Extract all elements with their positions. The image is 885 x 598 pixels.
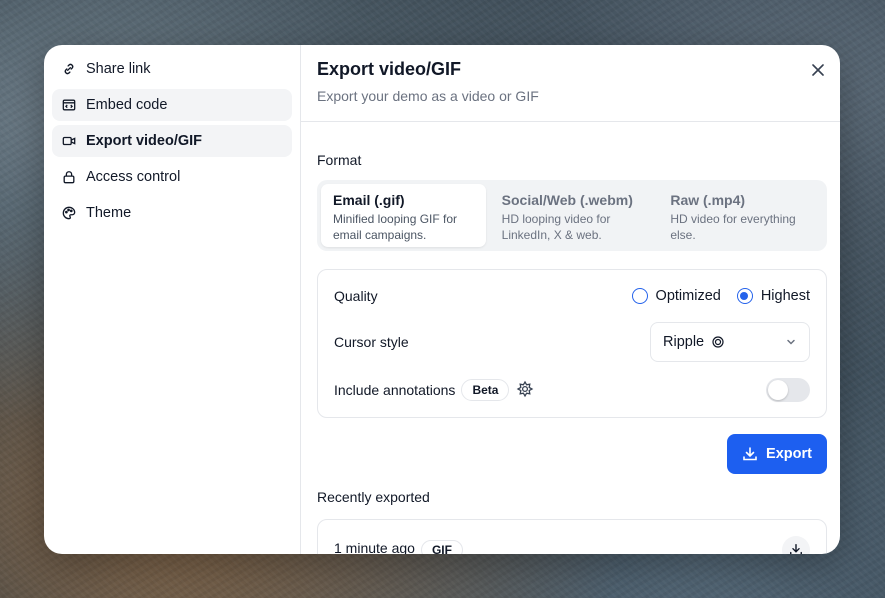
annotations-toggle[interactable] <box>766 378 810 402</box>
page-title: Export video/GIF <box>317 59 462 79</box>
settings-card: Quality Optimized Highest Cursor style R… <box>317 269 827 418</box>
format-option-desc: HD video for everything else. <box>670 212 796 242</box>
recently-exported-label: Recently exported <box>317 489 430 505</box>
quality-label: Quality <box>334 288 378 304</box>
radio-label: Optimized <box>655 288 721 304</box>
close-icon <box>812 64 824 76</box>
export-label: Export <box>766 446 812 462</box>
sidebar: Share link Embed code Export video/GIF A… <box>44 45 301 554</box>
format-option-title: Social/Web (.webm) <box>501 192 633 208</box>
modal-header: Export video/GIF Export your demo as a v… <box>301 45 840 122</box>
sidebar-item-label: Share link <box>86 61 151 77</box>
palette-icon <box>62 206 76 220</box>
file-type-badge: GIF <box>420 540 463 554</box>
quality-highest-radio[interactable]: Highest <box>736 288 810 304</box>
format-option-raw-mp4[interactable]: Raw (.mp4) HD video for everything else. <box>658 184 823 247</box>
sidebar-item-export-video-gif[interactable]: Export video/GIF <box>52 125 292 157</box>
sidebar-item-theme[interactable]: Theme <box>52 197 292 229</box>
page-subtitle: Export your demo as a video or GIF <box>317 88 539 104</box>
gear-icon <box>517 380 534 398</box>
close-button[interactable] <box>808 60 828 80</box>
lock-icon <box>62 170 76 184</box>
cursor-style-select[interactable]: Ripple <box>650 322 810 362</box>
sidebar-item-share-link[interactable]: Share link <box>52 53 292 85</box>
radio-checked-icon <box>736 288 753 304</box>
cursor-style-label: Cursor style <box>334 334 409 350</box>
sidebar-item-label: Theme <box>86 205 132 221</box>
radio-label: Highest <box>760 288 810 304</box>
cursor-style-value: Ripple <box>663 334 705 350</box>
format-label: Format <box>317 152 362 168</box>
sidebar-item-label: Access control <box>86 169 181 185</box>
export-modal: Share link Embed code Export video/GIF A… <box>44 45 840 554</box>
export-time: 1 minute ago <box>334 540 415 554</box>
embed-icon <box>62 98 76 112</box>
radio-circle-icon <box>631 288 648 304</box>
quality-row: Quality Optimized Highest <box>334 270 810 322</box>
download-icon <box>790 544 802 554</box>
chevron-down-icon <box>787 339 795 345</box>
export-button[interactable]: Export <box>727 434 827 474</box>
ripple-icon <box>712 336 724 348</box>
format-option-title: Email (.gif) <box>333 192 405 208</box>
format-option-email-gif[interactable]: Email (.gif) Minified looping GIF for em… <box>321 184 486 247</box>
format-segmented-control: Email (.gif) Minified looping GIF for em… <box>317 180 827 251</box>
format-option-social-webm[interactable]: Social/Web (.webm) HD looping video for … <box>490 184 655 247</box>
quality-radio-group: Optimized Highest <box>631 288 810 304</box>
annotations-row: Include annotations Beta <box>334 362 810 418</box>
beta-badge: Beta <box>461 379 510 401</box>
video-icon <box>62 134 76 148</box>
list-item: 1 minute ago GIF <box>317 519 827 554</box>
download-icon <box>743 447 757 461</box>
sidebar-item-label: Embed code <box>86 97 168 113</box>
sidebar-item-embed-code[interactable]: Embed code <box>52 89 292 121</box>
format-option-title: Raw (.mp4) <box>670 192 746 208</box>
sidebar-item-label: Export video/GIF <box>86 133 203 149</box>
sidebar-item-access-control[interactable]: Access control <box>52 161 292 193</box>
annotations-label: Include annotations <box>334 382 456 398</box>
cursor-style-row: Cursor style Ripple <box>334 322 810 362</box>
download-button[interactable] <box>782 536 810 554</box>
quality-optimized-radio[interactable]: Optimized <box>631 288 721 304</box>
link-icon <box>62 62 76 76</box>
format-option-desc: Minified looping GIF for email campaigns… <box>333 212 458 242</box>
main-panel: Export video/GIF Export your demo as a v… <box>301 45 840 554</box>
format-option-desc: HD looping video for LinkedIn, X & web. <box>501 212 611 242</box>
